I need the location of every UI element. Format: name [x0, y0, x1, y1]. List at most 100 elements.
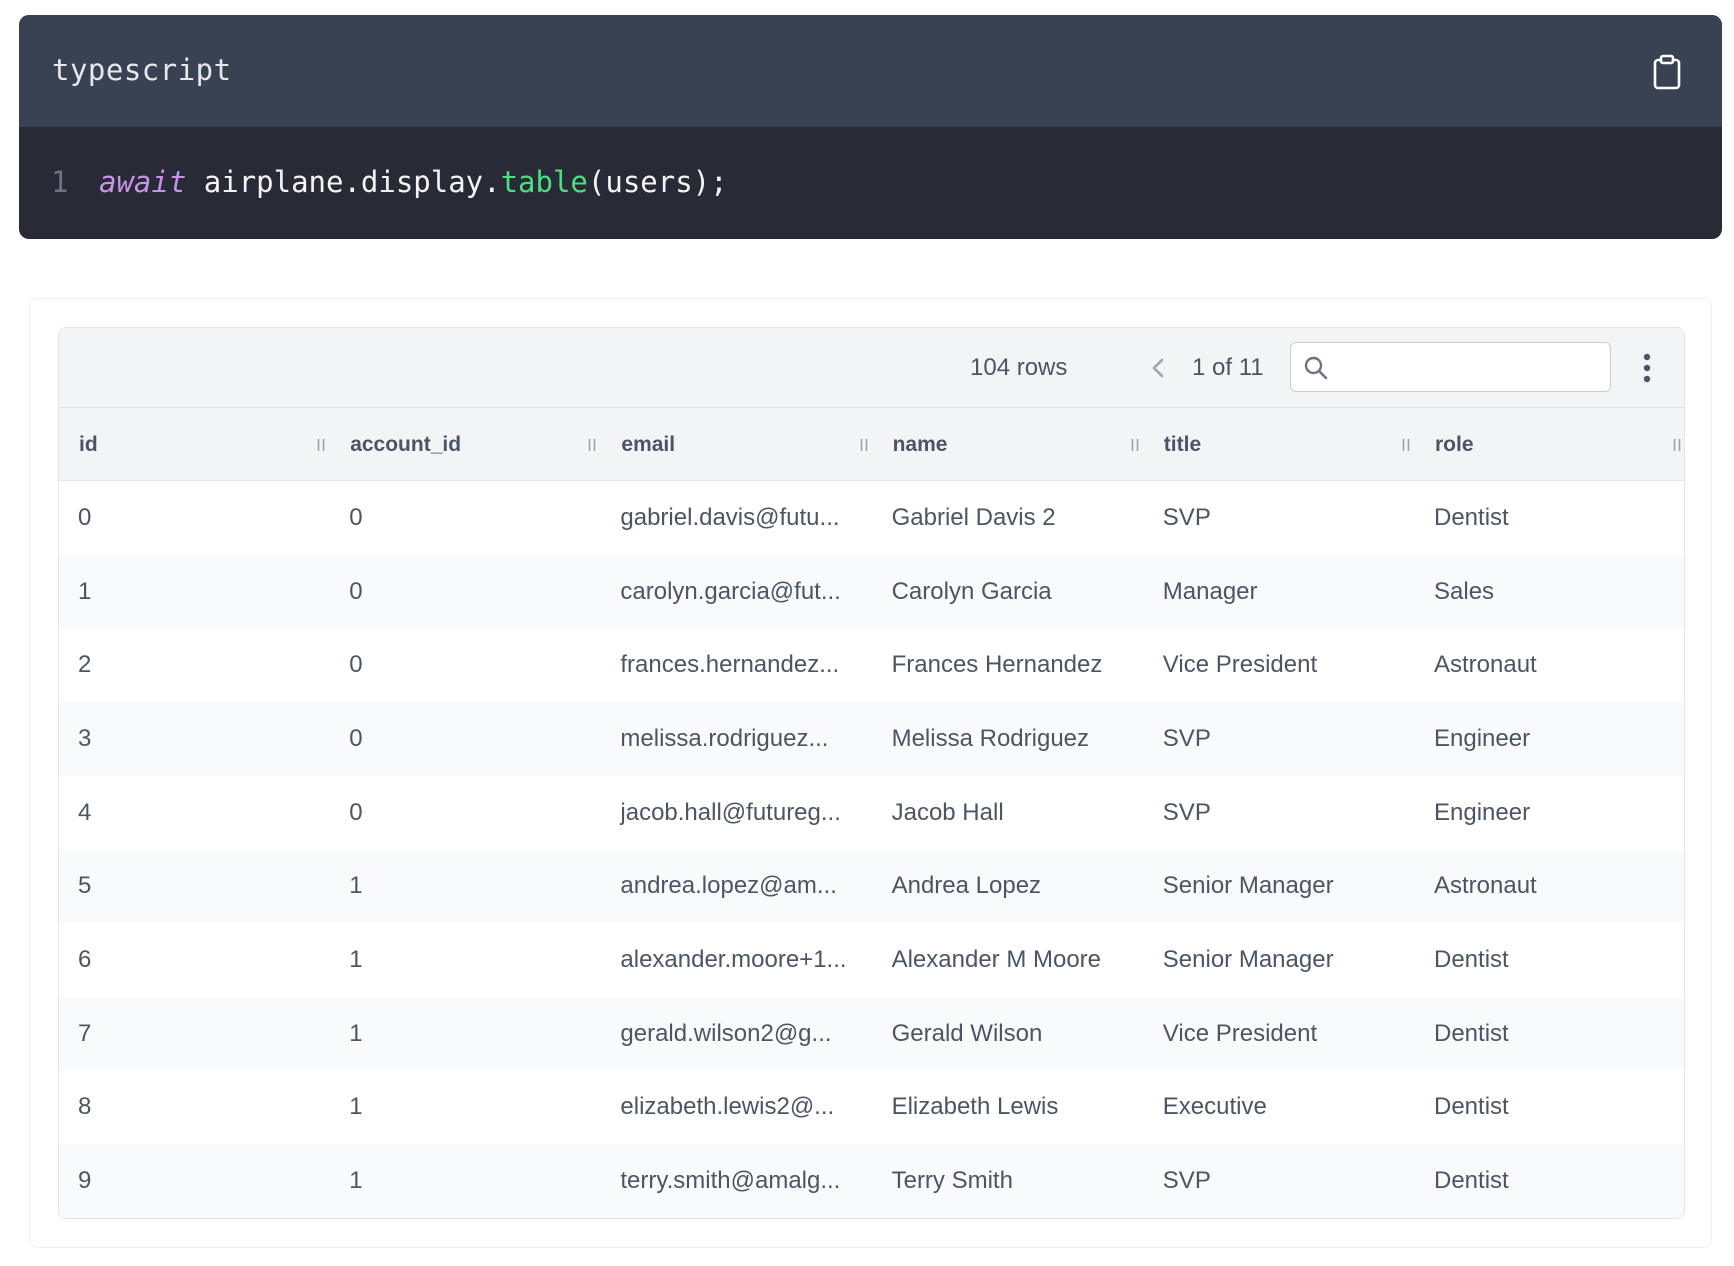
table-cell-title: Senior Manager	[1162, 945, 1334, 973]
table-cell-email: melissa.rodriguez...	[620, 724, 829, 752]
drag-handle-icon	[860, 439, 867, 451]
column-resize-handle[interactable]	[1128, 435, 1142, 455]
table-header-row: id account_id email name title role	[59, 408, 1684, 481]
table-cell-email: gerald.wilson2@g...	[620, 1019, 832, 1047]
drag-handle-icon	[1131, 439, 1139, 451]
table-row[interactable]: 1 0 carolyn.garcia@fut... Carolyn Garcia Man…	[59, 554, 1684, 629]
table-cell-account-id: 0	[349, 577, 363, 605]
code-args: (users);	[587, 165, 728, 199]
column-header-role[interactable]: role	[1415, 408, 1684, 481]
table-cell-title: SVP	[1162, 724, 1211, 752]
clipboard-icon	[1653, 54, 1681, 90]
table-row[interactable]: 2 0 frances.hernandez... Frances Hernandez V…	[59, 628, 1684, 702]
table-cell-name: Carolyn Garcia	[891, 577, 1052, 605]
table-cell-title: SVP	[1162, 1167, 1211, 1195]
column-resize-handle[interactable]	[1399, 435, 1413, 455]
search-box[interactable]	[1290, 342, 1611, 392]
table-row[interactable]: 9 1 terry.smith@amalg... Terry Smith SVP Dent…	[59, 1144, 1684, 1218]
table-cell-name: Frances Hernandez	[891, 651, 1103, 679]
column-resize-handle[interactable]	[1670, 435, 1684, 455]
line-number: 1	[51, 165, 69, 199]
drag-handle-icon	[1402, 439, 1410, 451]
table-cell-name: Jacob Hall	[891, 798, 1004, 826]
column-header-id[interactable]: id	[59, 408, 330, 481]
search-icon	[1304, 356, 1328, 380]
table-cell-id: 9	[78, 1167, 92, 1195]
table-cell-title: Manager	[1162, 577, 1258, 605]
code-line: await airplane.display.table(users);	[99, 165, 728, 199]
table-cell-id: 2	[78, 651, 92, 679]
table-cell-id: 7	[78, 1019, 92, 1047]
column-header-label: name	[892, 432, 948, 456]
table-row[interactable]: 4 0 jacob.hall@futureg... Jacob Hall SVP Engi…	[59, 776, 1684, 850]
table-cell-role: Engineer	[1434, 798, 1531, 826]
table-cell-account-id: 0	[349, 651, 363, 679]
column-resize-handle[interactable]	[585, 435, 599, 455]
more-vertical-icon	[1643, 353, 1651, 383]
table-cell-email: gabriel.davis@futu...	[620, 503, 840, 531]
column-header-label: role	[1435, 432, 1474, 456]
code-block: typescript 1 await airplane.display.tabl…	[19, 15, 1722, 239]
table-cell-role: Dentist	[1434, 1019, 1509, 1047]
table-cell-role: Engineer	[1434, 724, 1531, 752]
table-cell-name: Gerald Wilson	[891, 1019, 1043, 1047]
drag-handle-icon	[317, 439, 325, 451]
code-keyword: await	[99, 165, 187, 199]
table-cell-account-id: 1	[349, 945, 363, 973]
column-header-account-id[interactable]: account_id	[330, 408, 601, 481]
chevron-left-icon	[1152, 358, 1164, 378]
table-cell-name: Andrea Lopez	[891, 872, 1042, 900]
column-header-name[interactable]: name	[873, 408, 1144, 481]
code-method: table	[500, 165, 588, 199]
table-cell-role: Sales	[1434, 577, 1495, 605]
table-cell-id: 5	[78, 872, 92, 900]
column-header-label: account_id	[350, 432, 462, 456]
table-row[interactable]: 6 1 alexander.moore+1... Alexander M Moore S…	[59, 923, 1684, 997]
table-cell-name: Gabriel Davis 2	[891, 503, 1056, 531]
table-cell-id: 6	[78, 945, 92, 973]
table-cell-account-id: 0	[349, 798, 363, 826]
table-cell-email: frances.hernandez...	[620, 651, 840, 679]
table-cell-id: 8	[78, 1093, 92, 1121]
data-table: 104 rows 1 of 11 id account_id email nam…	[58, 327, 1685, 1219]
table-cell-role: Dentist	[1434, 503, 1509, 531]
table-cell-title: Vice President	[1162, 651, 1318, 679]
code-language-label: typescript	[52, 53, 232, 87]
table-cell-id: 1	[78, 577, 92, 605]
column-header-label: id	[79, 432, 98, 456]
table-cell-id: 0	[78, 503, 92, 531]
table-cell-email: andrea.lopez@am...	[620, 872, 837, 900]
table-cell-role: Dentist	[1434, 945, 1509, 973]
column-resize-handle[interactable]	[314, 435, 328, 455]
copy-code-button[interactable]	[1650, 52, 1684, 92]
search-input[interactable]	[1337, 347, 1602, 387]
table-cell-name: Melissa Rodriguez	[891, 724, 1090, 752]
row-count: 104 rows	[970, 354, 1068, 381]
table-cell-title: SVP	[1162, 798, 1211, 826]
table-cell-email: terry.smith@amalg...	[620, 1167, 841, 1195]
table-cell-role: Astronaut	[1434, 651, 1537, 679]
table-row[interactable]: 5 1 andrea.lopez@am... Andrea Lopez Senior M…	[59, 849, 1684, 924]
column-header-label: title	[1163, 432, 1202, 456]
column-header-title[interactable]: title	[1144, 408, 1415, 481]
column-resize-handle[interactable]	[857, 435, 871, 455]
table-row[interactable]: 8 1 elizabeth.lewis2@... Elizabeth Lewis Exe…	[59, 1071, 1684, 1145]
column-header-email[interactable]: email	[601, 408, 872, 481]
table-cell-title: Senior Manager	[1162, 872, 1334, 900]
drag-handle-icon	[589, 439, 596, 451]
table-row[interactable]: 0 0 gabriel.davis@futu... Gabriel Davis 2 SV…	[59, 481, 1684, 555]
table-row[interactable]: 3 0 melissa.rodriguez... Melissa Rodriguez S…	[59, 702, 1684, 776]
table-row[interactable]: 7 1 gerald.wilson2@g... Gerald Wilson Vice P…	[59, 996, 1684, 1071]
table-cell-email: jacob.hall@futureg...	[620, 798, 841, 826]
table-cell-role: Dentist	[1434, 1093, 1509, 1121]
table-cell-account-id: 1	[349, 872, 363, 900]
table-cell-name: Elizabeth Lewis	[891, 1093, 1059, 1121]
more-options-button[interactable]	[1635, 350, 1659, 386]
table-cell-title: Vice President	[1162, 1019, 1318, 1047]
prev-page-button[interactable]	[1144, 350, 1172, 386]
table-cell-title: Executive	[1162, 1093, 1267, 1121]
table-cell-id: 4	[78, 798, 92, 826]
column-header-label: email	[621, 432, 676, 456]
table-cell-email: carolyn.garcia@fut...	[620, 577, 841, 605]
table-cell-title: SVP	[1162, 503, 1211, 531]
